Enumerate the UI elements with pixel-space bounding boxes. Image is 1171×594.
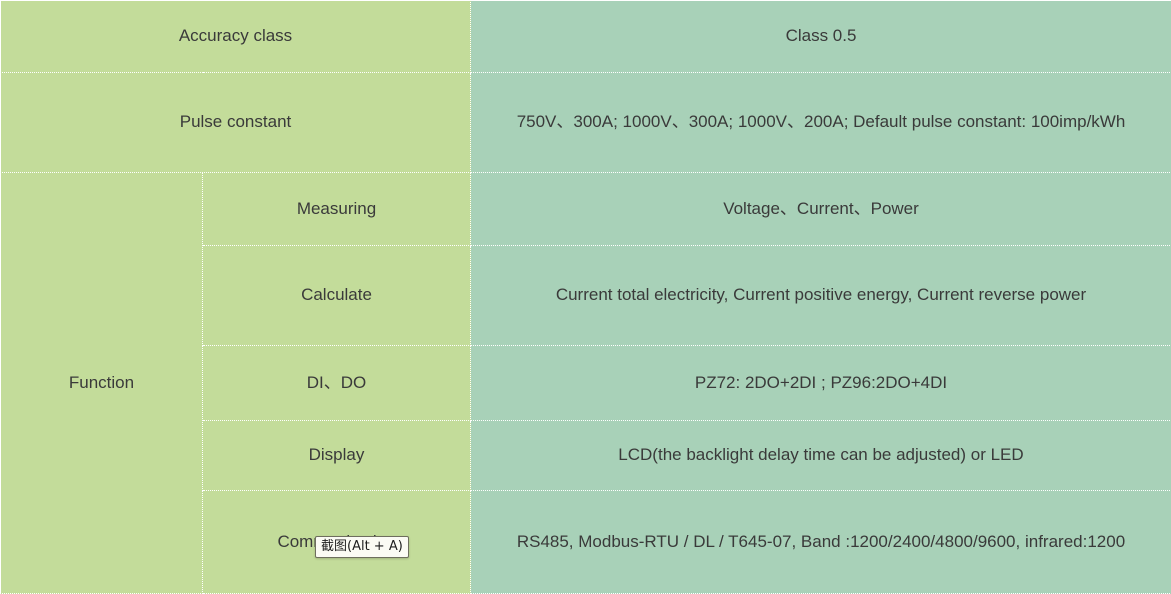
row-label-pulse-constant: Pulse constant [1,73,471,173]
specification-table-body: Accuracy class Class 0.5 Pulse constant … [1,1,1171,594]
row-label-accuracy-class: Accuracy class [1,1,471,73]
row-value-measuring: Voltage、Current、Power [471,173,1171,246]
row-sublabel-di-do: DI、DO [203,346,471,421]
row-sublabel-measuring: Measuring [203,173,471,246]
row-value-calculate: Current total electricity, Current posit… [471,246,1171,346]
row-value-display: LCD(the backlight delay time can be adju… [471,421,1171,491]
row-sublabel-calculate: Calculate [203,246,471,346]
table-row: Function Measuring Voltage、Current、Power [1,173,1171,246]
row-value-pulse-constant: 750V、300A; 1000V、300A; 1000V、200A; Defau… [471,73,1171,173]
row-sublabel-display: Display [203,421,471,491]
screenshot-shortcut-tooltip: 截图(Alt + A) [315,536,409,558]
row-value-communication: RS485, Modbus-RTU / DL / T645-07, Band :… [471,491,1171,594]
specification-table: Accuracy class Class 0.5 Pulse constant … [0,0,1171,594]
table-row: Pulse constant 750V、300A; 1000V、300A; 10… [1,73,1171,173]
row-value-di-do: PZ72: 2DO+2DI ; PZ96:2DO+4DI [471,346,1171,421]
table-row: Accuracy class Class 0.5 [1,1,1171,73]
row-label-function: Function [1,173,203,594]
row-value-accuracy-class: Class 0.5 [471,1,1171,73]
